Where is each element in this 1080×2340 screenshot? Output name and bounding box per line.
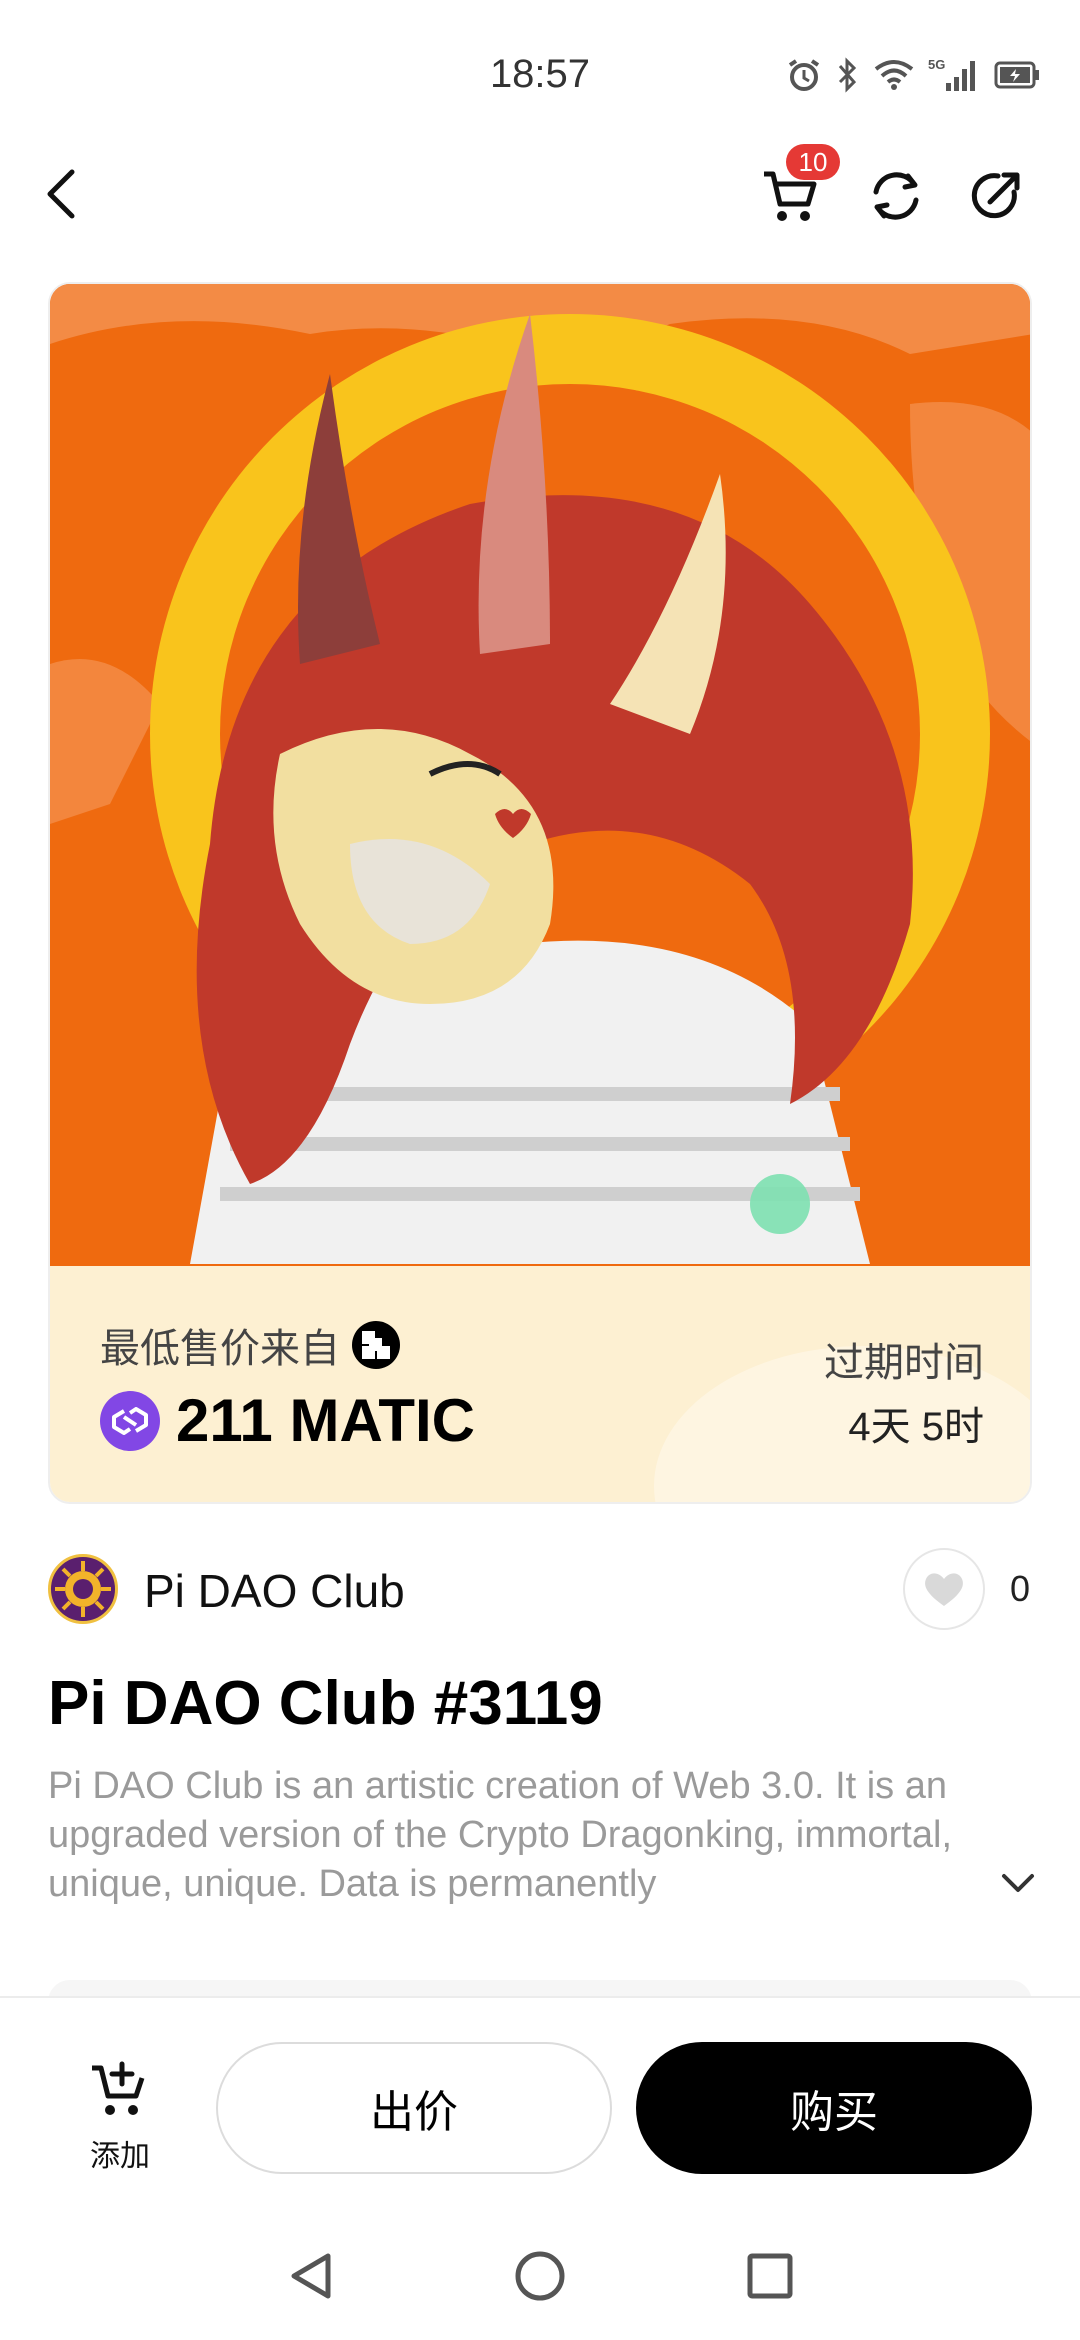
share-icon[interactable] — [966, 166, 1026, 226]
cart-badge: 10 — [786, 144, 840, 180]
5g-signal-icon: 5G — [928, 57, 975, 91]
expire-value: 4天 5时 — [848, 1405, 984, 1449]
add-label: 添加 — [90, 2140, 150, 2173]
network-label: 5G — [928, 57, 945, 72]
collection-name[interactable]: Pi DAO Club — [144, 1564, 405, 1618]
bid-button[interactable]: 出价 — [216, 2042, 612, 2174]
cart-add-icon — [92, 2061, 145, 2115]
alarm-icon — [788, 59, 820, 91]
expire-label: 过期时间 — [824, 1341, 984, 1385]
back-icon[interactable] — [40, 166, 84, 222]
like-count: 0 — [1010, 1568, 1031, 1609]
okx-icon — [352, 1321, 400, 1369]
chevron-down-icon[interactable] — [998, 1868, 1038, 1898]
status-icons: 5G — [786, 56, 1040, 94]
price-panel: 最低售价来自 211 MATIC 过期时间 4天 5时 — [50, 1266, 1030, 1502]
battery-charging-icon — [994, 61, 1039, 89]
system-nav — [0, 2220, 1080, 2340]
buy-button[interactable]: 购买 — [636, 2042, 1032, 2174]
collection-avatar[interactable] — [48, 1554, 118, 1624]
add-to-cart-button[interactable]: 添加 — [70, 2060, 170, 2173]
price-value: 211 MATIC — [176, 1387, 475, 1454]
wifi-icon — [874, 60, 914, 90]
action-bar: 添加 出价 购买 — [0, 1996, 1080, 2196]
nft-card[interactable]: 最低售价来自 211 MATIC 过期时间 4天 5时 — [48, 282, 1032, 1504]
collection-row: Pi DAO Club 0 — [48, 1548, 1032, 1630]
nav-back-icon[interactable] — [284, 2248, 340, 2304]
nft-artwork[interactable] — [50, 284, 1032, 1266]
like-button[interactable] — [903, 1548, 985, 1630]
nft-title: Pi DAO Club #3119 — [48, 1669, 603, 1738]
top-nav: 10 — [0, 144, 1080, 240]
heart-icon — [925, 1573, 963, 1606]
nav-recents-icon[interactable] — [742, 2248, 798, 2304]
nft-description: Pi DAO Club is an artistic creation of W… — [48, 1765, 953, 1905]
nav-home-icon[interactable] — [512, 2248, 568, 2304]
bluetooth-icon — [838, 57, 857, 93]
refresh-icon[interactable] — [866, 166, 926, 226]
matic-icon — [100, 1390, 160, 1451]
lowest-price-text: 最低售价来自 — [100, 1327, 340, 1371]
lowest-price-label: 最低售价来自 — [100, 1316, 400, 1374]
price-row: 211 MATIC — [100, 1386, 475, 1455]
status-bar: 18:57 5G — [0, 0, 1080, 130]
